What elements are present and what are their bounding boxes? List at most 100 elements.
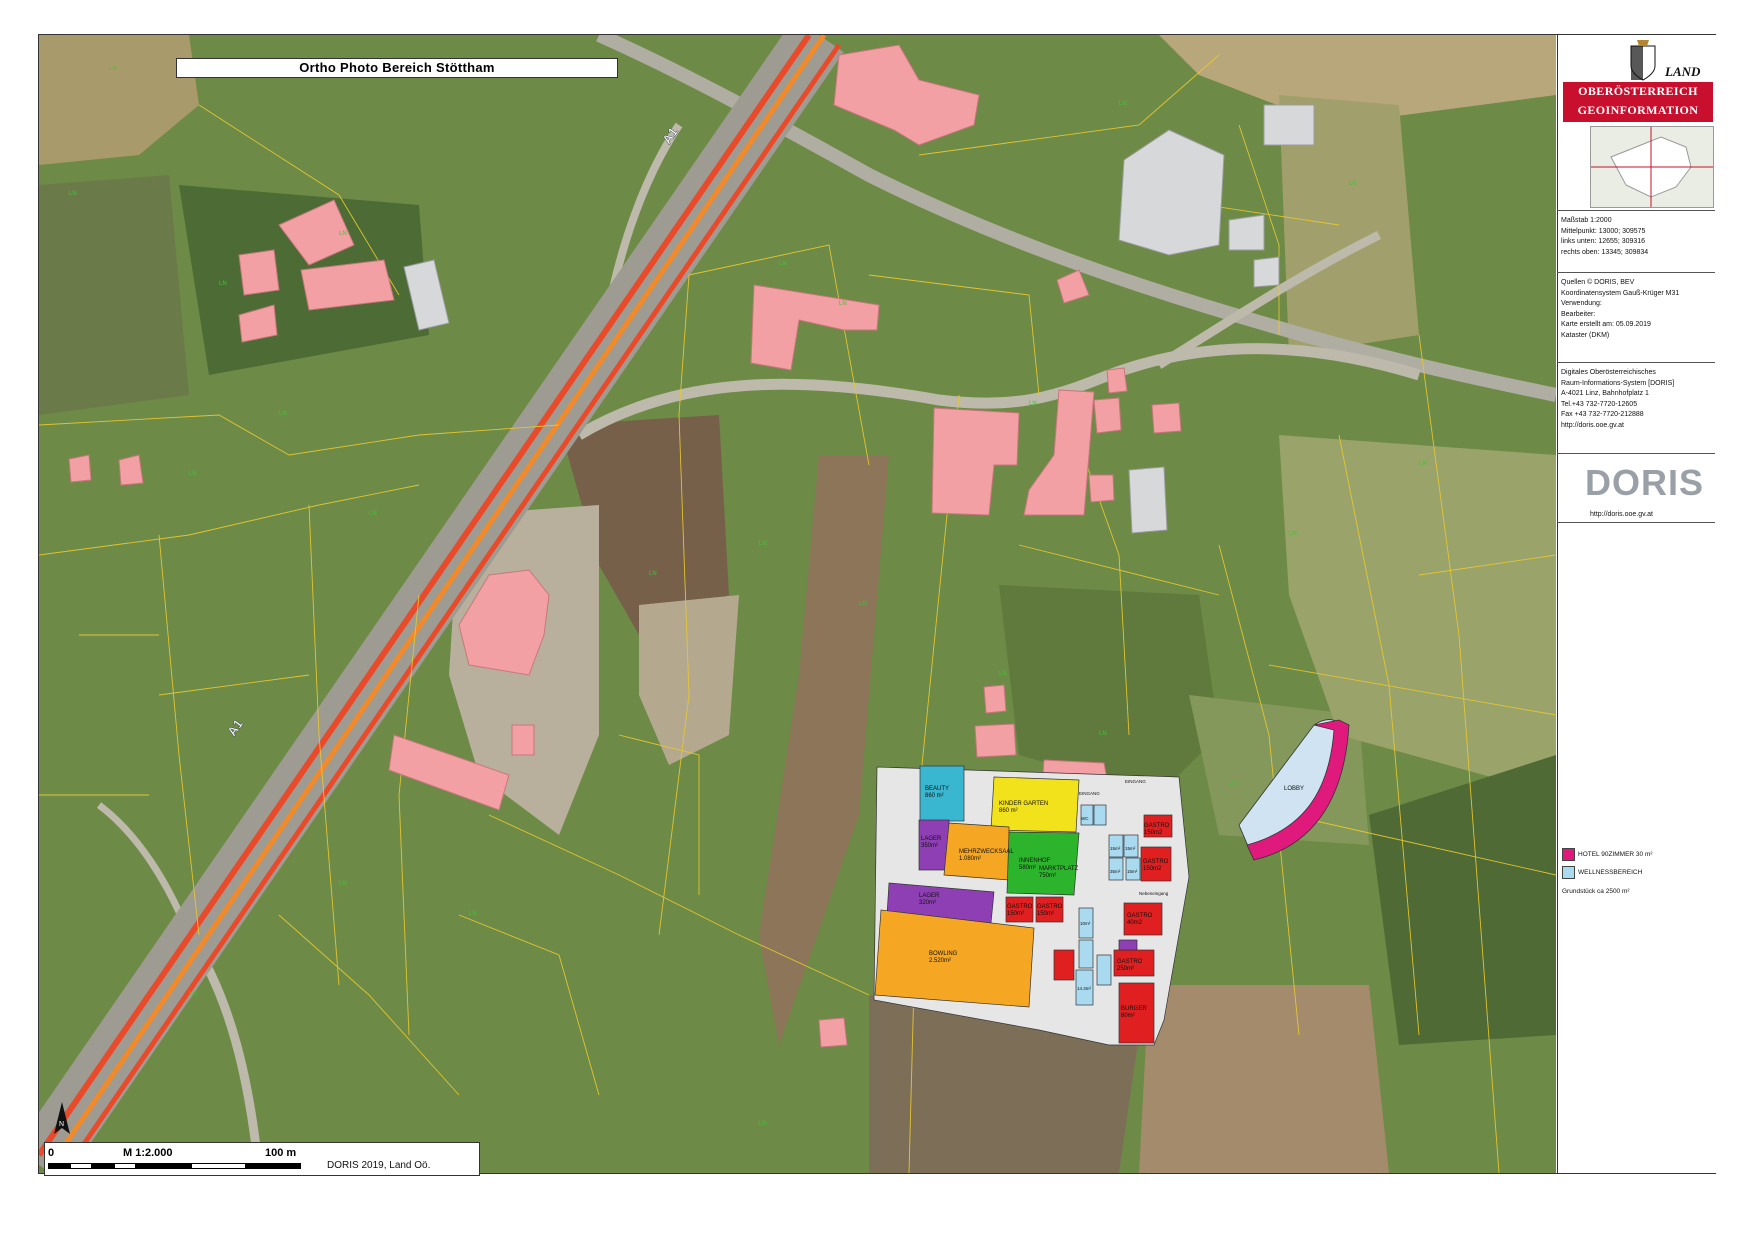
plan-room-label: 150m² (1007, 911, 1024, 917)
plan-room-label: BURGER (1121, 1006, 1147, 1012)
plan-room-label: BOWLING (929, 951, 958, 957)
source-info: Quellen © DORIS, BEV Koordinatensystem G… (1561, 278, 1679, 342)
coat-of-arms-icon (1630, 40, 1656, 81)
plan-room-label: LAGER (919, 893, 940, 899)
parcel-label: LN (1289, 531, 1297, 537)
parcel-label: LN (1229, 781, 1237, 787)
legend-label-wellness: WELLNESSBEREICH (1578, 869, 1643, 876)
plan-room-label: 150m2 (1143, 866, 1162, 872)
north-arrow-icon: N (54, 1102, 70, 1134)
plan-room-label: 150m2 (1144, 830, 1163, 836)
parcel-label: LN (189, 471, 197, 477)
parcel-label: LN (759, 541, 767, 547)
scale-label-right: 100 m (265, 1147, 297, 1159)
plan-room-label: 80m² (1121, 1013, 1135, 1019)
doris-contact: Digitales Oberösterreichisches Raum-Info… (1561, 368, 1674, 432)
info-line: Koordinatensystem Gauß-Krüger M31 (1561, 289, 1680, 297)
parcel-label: LN (339, 881, 347, 887)
panel-divider (1557, 210, 1715, 211)
plan-small-label: 14.3m² (1077, 986, 1092, 991)
parcel-label: LN (469, 911, 477, 917)
copyright: DORIS 2019, Land Oö. (327, 1160, 431, 1171)
plan-small-label: EINGANG (1079, 791, 1100, 796)
plan-room-label: GASTRO (1127, 913, 1153, 919)
north-label: N (59, 1121, 64, 1128)
plan-room-label: GASTRO (1143, 859, 1169, 865)
info-line: Bearbeiter: (1561, 310, 1596, 318)
scale-segment (70, 1163, 92, 1169)
plan-room-label: GASTRO (1144, 823, 1170, 829)
parcel-label: LN (1119, 101, 1127, 107)
orthophoto-map[interactable]: A1 A1 LN LN LN LN LN LN LN LN LN LN LN LN LN LN LN LN LN… (39, 35, 1556, 1173)
plan-room-label: 860 m² (925, 793, 944, 799)
plan-room-label: 750m² (1039, 873, 1056, 879)
panel-divider (1557, 272, 1715, 273)
overview-map (1590, 126, 1714, 208)
legend-item-wellness: WELLNESSBEREICH (1562, 866, 1642, 879)
plan-room-label: KINDER GARTEN (999, 801, 1048, 807)
plan-room-label: LAGER (921, 836, 942, 842)
scale-segment (92, 1163, 114, 1169)
scale-segment (136, 1163, 191, 1169)
logo-line-2: GEOINFORMATION (1577, 103, 1699, 117)
plan-small-label: EINGANG (1125, 779, 1146, 784)
parcel-label: LN (759, 1121, 767, 1127)
plan-room-label: 320m² (919, 900, 936, 906)
info-line: Verwendung: (1561, 300, 1602, 308)
plan-room-label: 860 m² (999, 808, 1018, 814)
plan-room-label: INNENHOF (1019, 858, 1051, 864)
plan-small-label: WC (1081, 816, 1089, 821)
plan-room-label: 1.080m² (959, 856, 981, 862)
scale-segment (114, 1163, 136, 1169)
parcel-label: LN (109, 66, 117, 72)
parcel-label: LN (1349, 181, 1357, 187)
info-line: Raum-Informations-System [DORIS] (1561, 379, 1675, 387)
plan-room-label: GASTRO (1037, 904, 1063, 910)
parcel-label: LN (369, 511, 377, 517)
plan-room-label: GASTRO (1007, 904, 1033, 910)
plan-small-label: 15m² (1110, 846, 1121, 851)
legend-item-hotel: HOTEL 90ZIMMER 30 m² (1562, 848, 1653, 861)
plan-room-label: 150m² (1037, 911, 1054, 917)
info-line: A-4021 Linz, Bahnhofplatz 1 (1561, 390, 1649, 398)
parcel-label: LN (859, 601, 867, 607)
scale-segment (246, 1163, 301, 1169)
info-line: Fax +43 732-7720-212888 (1561, 411, 1644, 419)
scale-segment (191, 1163, 246, 1169)
info-line: rechts oben: 13345; 309834 (1561, 248, 1649, 256)
logo-banner: OBERÖSTERREICH GEOINFORMATION (1563, 82, 1713, 122)
parcel-label: LN (839, 301, 847, 307)
plan-room-label: GASTRO (1117, 959, 1143, 965)
info-line: links unten: 12655; 309316 (1561, 238, 1646, 246)
plan-room-label: MEHRZWECKSAAL (959, 849, 1014, 855)
legend-label-hotel: HOTEL 90ZIMMER 30 m² (1578, 851, 1653, 858)
plan-small-label: Nebeneingang (1139, 891, 1169, 896)
plan-room-label: 580m² (1019, 865, 1036, 871)
parcel-label: LN (649, 571, 657, 577)
plan-room-label: BEAUTY (925, 786, 949, 792)
doris-logo: DORIS (1585, 462, 1705, 503)
parcel-label: LN (339, 231, 347, 237)
parcel-label: LN (69, 191, 77, 197)
logo-land: LAND (1665, 64, 1701, 79)
info-line: Kataster (DKM) (1561, 331, 1610, 339)
parcel-label: LN (999, 671, 1007, 677)
plan-room-label: MARKTPLATZ (1039, 866, 1079, 872)
parcel-label: LN (779, 261, 787, 267)
parcel-label: LN (189, 991, 197, 997)
info-line: Karte erstellt am: 05.09.2019 (1561, 321, 1651, 329)
legend-swatch-hotel (1562, 848, 1575, 861)
plan-small-label: 15m² (1127, 869, 1138, 874)
map-title: Ortho Photo Bereich Stöttham (176, 58, 618, 78)
panel-divider (1557, 453, 1715, 454)
info-line: Mittelpunkt: 13000; 309575 (1561, 227, 1646, 235)
parcel-label: LN (279, 411, 287, 417)
info-line[interactable]: http://doris.ooe.gv.at (1561, 421, 1674, 432)
scale-label-left: 0 (48, 1147, 55, 1159)
plan-small-label: 35m² (1110, 869, 1121, 874)
info-line: Quellen © DORIS, BEV (1561, 279, 1635, 286)
logo-line-1: OBERÖSTERREICH (1578, 84, 1698, 98)
parcel-label: LN (1099, 731, 1107, 737)
parcel-label: LN (219, 281, 227, 287)
doris-url[interactable]: http://doris.ooe.gv.at (1590, 511, 1653, 518)
